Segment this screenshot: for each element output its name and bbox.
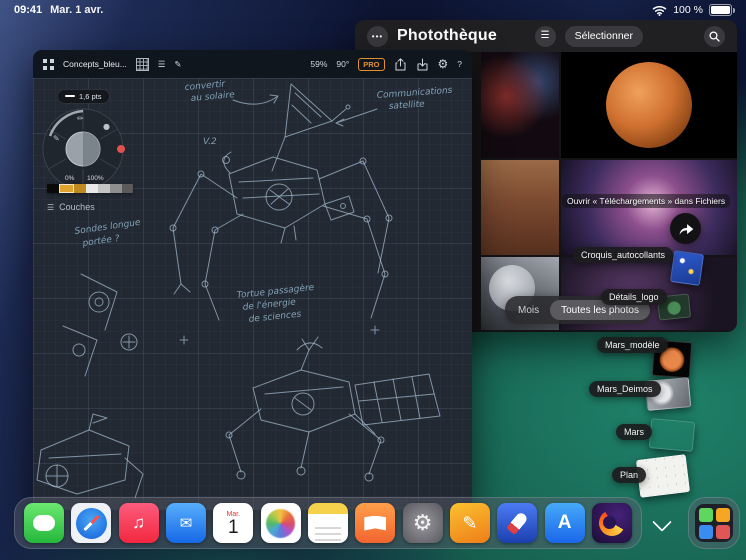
tab-months[interactable]: Mois — [507, 300, 550, 320]
battery-icon — [709, 4, 735, 16]
search-icon — [709, 30, 720, 42]
app-library-dock[interactable] — [688, 497, 740, 549]
photo-thumbnail-nebula[interactable] — [481, 52, 559, 158]
photos-app-icon[interactable] — [260, 503, 301, 543]
tool-wheel-dial: ✎ ✏ ● 0% 100% — [42, 108, 125, 189]
import-icon[interactable] — [416, 58, 429, 71]
pro-badge[interactable]: PRO — [358, 57, 385, 71]
dock: Mar. 1 — [14, 497, 642, 549]
books-app-icon[interactable] — [355, 503, 396, 543]
layers-list-icon: ☰ — [47, 202, 55, 212]
ipad-screen: 09:41 Mar. 1 avr. 100 % ••• Photothèque … — [0, 0, 746, 560]
battery-percent: 100 % — [673, 4, 703, 16]
wifi-icon — [652, 5, 667, 16]
photos-title: Photothèque — [397, 27, 497, 44]
calendar-day-label: 1 — [228, 517, 239, 538]
music-app-icon[interactable] — [118, 503, 159, 543]
pencil-segment-icon[interactable]: ✏ — [77, 114, 84, 123]
swatch-light-gray[interactable] — [98, 184, 110, 193]
swatch-white[interactable] — [86, 184, 98, 193]
calendar-app-icon[interactable]: Mar. 1 — [213, 503, 254, 543]
zoom-level[interactable]: 59% — [310, 59, 327, 69]
app-store-app-icon[interactable] — [544, 503, 585, 543]
share-forward-button[interactable] — [670, 213, 701, 244]
settings-app-icon[interactable] — [402, 503, 443, 543]
photo-thumbnail-mars[interactable] — [561, 52, 737, 158]
swatch-gold-selected[interactable] — [59, 184, 74, 193]
photo-thumbnail-desert[interactable] — [481, 160, 559, 255]
view-options-button[interactable]: ☰ — [534, 25, 556, 47]
settings-gear-icon[interactable]: ⚙ — [438, 58, 449, 70]
croquis-thumbnail — [669, 250, 705, 286]
annotation-comms-line1: Communications — [377, 86, 453, 101]
stroke-preview — [65, 95, 75, 97]
concepts-window: Concepts_bleu... ☰ ✎ 59% 90° PRO ⚙ ? con… — [33, 50, 472, 510]
firefox-app-icon[interactable] — [591, 503, 632, 543]
brush-tool-icon[interactable]: ✎ — [174, 60, 181, 69]
more-button[interactable]: ••• — [367, 25, 388, 47]
drawing-app-icon[interactable] — [449, 503, 490, 543]
concepts-toolbar: Concepts_bleu... ☰ ✎ 59% 90° PRO ⚙ ? — [33, 50, 472, 78]
opacity-max-label: 100% — [87, 175, 104, 182]
color-swatch-bar — [47, 184, 133, 193]
annotation-version: V.2 — [203, 137, 217, 147]
status-bar: 09:41 Mar. 1 avr. 100 % — [0, 0, 746, 20]
swatch-black[interactable] — [47, 184, 59, 193]
messages-app-icon[interactable] — [24, 503, 64, 543]
grid-settings-icon[interactable] — [135, 57, 149, 71]
document-title: Concepts_bleu... — [63, 59, 127, 69]
tool-wheel[interactable]: 1,6 pts ✎ ✏ ● 0% 100% — [41, 84, 133, 191]
list-icon: ☰ — [540, 30, 550, 41]
rocket-game-app-icon[interactable] — [497, 503, 538, 543]
rotation-angle[interactable]: 90° — [336, 59, 349, 69]
annotation-comms-line2: satellite — [389, 99, 426, 112]
clock: 09:41 — [14, 4, 43, 16]
annotation-solar-line2: au solaire — [190, 90, 235, 104]
layers-panel-icon[interactable]: ☰ — [158, 60, 166, 69]
mars-thumbnail — [648, 418, 696, 452]
forward-arrow-icon — [679, 224, 694, 235]
photos-header: ••• Photothèque ☰ Sélectionner — [355, 20, 737, 52]
help-button[interactable]: ? — [457, 59, 462, 69]
layers-panel-toggle[interactable]: ☰ Couches — [47, 202, 95, 212]
swatch-gray[interactable] — [110, 184, 122, 193]
opacity-min-label: 0% — [65, 175, 75, 182]
select-button[interactable]: Sélectionner — [564, 25, 643, 47]
annotation-probes-line1: Sondes longue — [74, 218, 142, 237]
swatch-ochre[interactable] — [74, 184, 86, 193]
app-library-icon — [695, 504, 733, 542]
mail-app-icon[interactable] — [165, 503, 206, 543]
fill-segment-icon[interactable]: ● — [103, 122, 110, 131]
eraser-marker[interactable] — [117, 144, 125, 153]
annotation-energy-line3: de sciences — [248, 310, 302, 325]
safari-app-icon[interactable] — [71, 503, 112, 543]
annotation-energy-line1: Tortue passagère — [236, 282, 315, 301]
pen-segment-icon[interactable]: ✎ — [53, 134, 60, 143]
swatch-dark-gray[interactable] — [122, 184, 133, 193]
export-icon[interactable] — [394, 57, 407, 71]
drop-hint: Ouvrir « Téléchargements » dans Fichiers — [562, 194, 731, 208]
notes-app-icon[interactable] — [307, 503, 348, 543]
mars-planet-image — [606, 62, 692, 148]
status-date: Mar. 1 avr. — [50, 4, 104, 16]
stroke-size-pill[interactable]: 1,6 pts — [57, 88, 110, 104]
app-menu-icon[interactable] — [43, 58, 54, 70]
drawing-canvas[interactable]: convertir au solaire Communications sate… — [33, 78, 472, 510]
search-button[interactable] — [704, 25, 725, 47]
